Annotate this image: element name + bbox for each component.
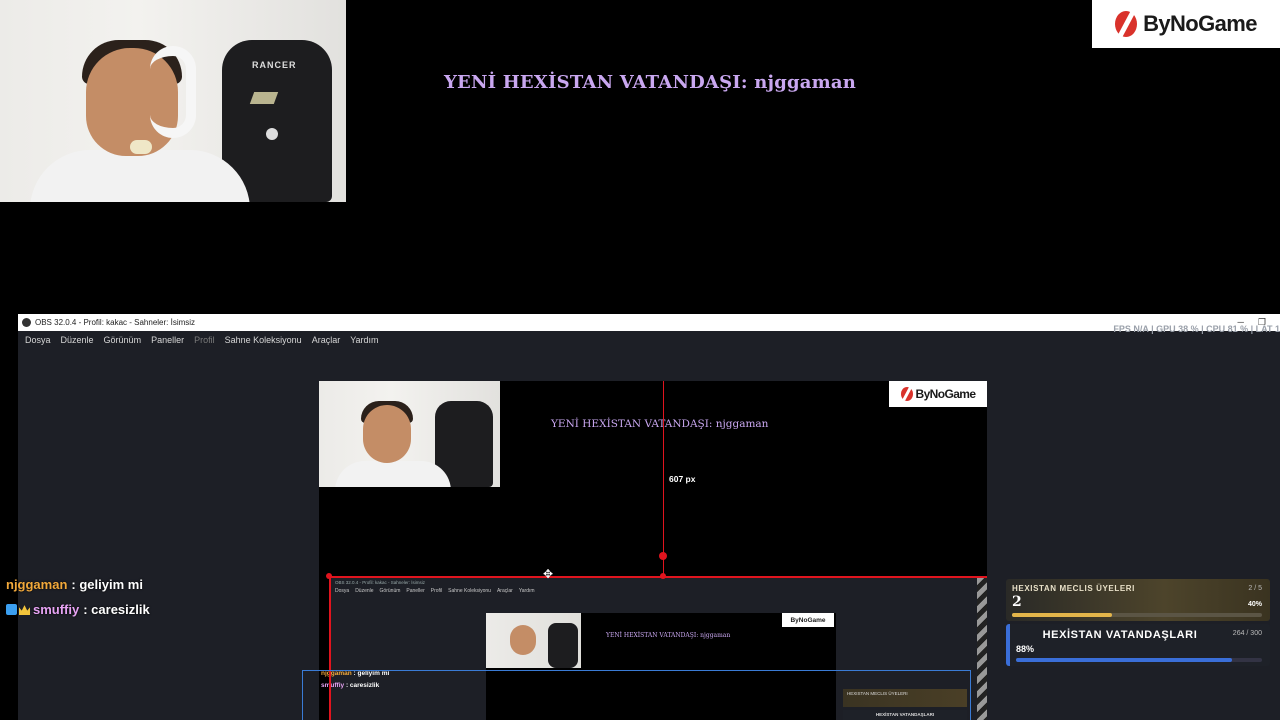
panel-value: 2 bbox=[1012, 594, 1022, 610]
chat-overlay: njggaman : geliyim mi smuffiy : caresizl… bbox=[6, 572, 150, 622]
panel-percent: 40% bbox=[1247, 601, 1262, 608]
window-title: OBS 32.0.4 - Profil: kakac - Sahneler: İ… bbox=[35, 318, 196, 327]
bynogame-logo-icon bbox=[900, 387, 913, 401]
menu-yardim[interactable]: Yardım bbox=[350, 335, 378, 345]
chat-text: : geliyim mi bbox=[71, 577, 143, 592]
chat-message: njggaman : geliyim mi bbox=[6, 572, 150, 597]
progress-fill bbox=[1016, 658, 1233, 662]
menu-duzenle[interactable]: Düzenle bbox=[61, 335, 94, 345]
obs-titlebar: OBS 32.0.4 - Profil: kakac - Sahneler: İ… bbox=[18, 314, 1280, 331]
chair-brand: RANCER bbox=[252, 60, 297, 70]
menu-sahne-koleksiyonu[interactable]: Sahne Koleksiyonu bbox=[225, 335, 302, 345]
move-cursor-icon: ✥ bbox=[543, 567, 554, 581]
preview-follower-alert[interactable]: YENİ HEXİSTAN VATANDAŞI: njggaman bbox=[551, 418, 768, 430]
progress-track bbox=[1016, 658, 1262, 662]
menu-profil[interactable]: Profil bbox=[194, 335, 215, 345]
preview-logo[interactable]: ByNoGame bbox=[889, 381, 987, 407]
prime-icon bbox=[6, 604, 17, 615]
progress-track bbox=[1012, 613, 1262, 617]
menu-araclar[interactable]: Araçlar bbox=[312, 335, 341, 345]
panel-title: HEXISTAN MECLIS ÜYELERI bbox=[1012, 584, 1135, 593]
resize-handle-top[interactable] bbox=[660, 573, 666, 579]
obs-icon bbox=[22, 318, 31, 327]
panel-title: HEXİSTAN VATANDAŞLARI bbox=[1042, 629, 1198, 641]
microphone bbox=[130, 140, 152, 154]
progress-fill bbox=[1012, 613, 1112, 617]
sponsor-logo: ByNoGame bbox=[1092, 0, 1280, 48]
crown-icon bbox=[19, 605, 30, 615]
menu-paneller[interactable]: Paneller bbox=[151, 335, 184, 345]
menu-gorunum[interactable]: Görünüm bbox=[104, 335, 142, 345]
panel-count: 2 / 5 bbox=[1248, 585, 1262, 592]
panel-count: 264 / 300 bbox=[1232, 630, 1262, 637]
guide-handle[interactable] bbox=[659, 552, 667, 560]
paw-icon bbox=[266, 128, 278, 140]
headset bbox=[150, 46, 196, 138]
preview-webcam[interactable] bbox=[319, 381, 500, 487]
crop-hatch bbox=[977, 578, 987, 720]
chat-text: : caresizlik bbox=[83, 602, 150, 617]
obs-stats: FPS N/A | GPU 38 % | CPU 81 % | LAT 1 bbox=[1113, 324, 1280, 334]
council-members-panel: HEXISTAN MECLIS ÜYELERI 2 / 5 2 40% bbox=[1006, 579, 1270, 621]
chat-username: smuffiy bbox=[33, 602, 80, 617]
guide-distance-label: 607 px bbox=[669, 474, 696, 484]
resize-handle-top-left[interactable] bbox=[326, 573, 332, 579]
webcam-feed: RANCER bbox=[0, 0, 346, 202]
chat-username: njggaman bbox=[6, 577, 68, 592]
citizens-panel: HEXİSTAN VATANDAŞLARI 264 / 300 88% bbox=[1006, 624, 1270, 666]
chat-message: smuffiy : caresizlik bbox=[6, 597, 150, 622]
menu-dosya[interactable]: Dosya bbox=[25, 335, 51, 345]
follower-alert: YENİ HEXİSTAN VATANDAŞI: njggaman bbox=[444, 72, 857, 93]
panel-percent: 88% bbox=[1016, 644, 1035, 654]
nested-selection-outline bbox=[302, 670, 971, 720]
obs-menubar: Dosya Düzenle Görünüm Paneller Profil Sa… bbox=[18, 331, 1280, 349]
bynogame-logo-icon bbox=[1115, 11, 1138, 37]
